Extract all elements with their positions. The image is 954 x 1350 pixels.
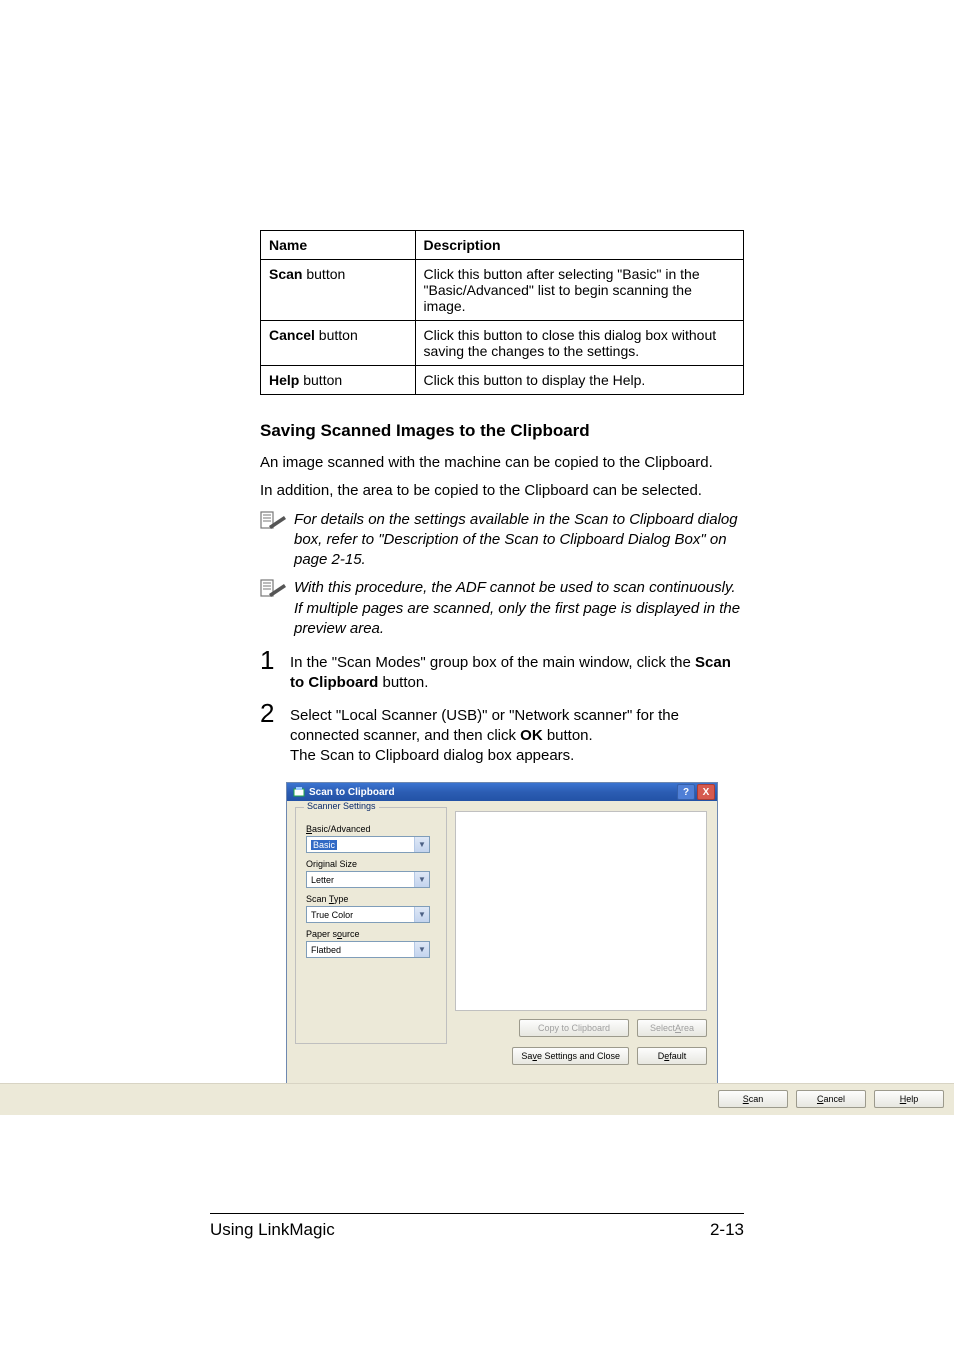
- table-row: Help button Click this button to display…: [261, 366, 744, 395]
- page-number: 2-13: [710, 1220, 744, 1240]
- app-icon: [293, 786, 305, 798]
- original-size-combo[interactable]: Letter ▼: [306, 871, 430, 888]
- scan-button[interactable]: Scan: [718, 1090, 788, 1108]
- step-text: Select "Local Scanner (USB)" or "Network…: [290, 700, 744, 767]
- default-button[interactable]: Default: [637, 1047, 707, 1065]
- paragraph: In addition, the area to be copied to th…: [260, 481, 744, 501]
- paper-source-label: Paper source: [306, 929, 436, 939]
- cancel-button[interactable]: Cancel: [796, 1090, 866, 1108]
- note-text: With this procedure, the ADF cannot be u…: [294, 578, 744, 639]
- titlebar-help-button[interactable]: ?: [677, 784, 695, 800]
- titlebar-close-button[interactable]: X: [697, 784, 715, 800]
- basic-advanced-combo[interactable]: Basic ▼: [306, 836, 430, 853]
- paper-source-combo[interactable]: Flatbed ▼: [306, 941, 430, 958]
- dialog-titlebar[interactable]: Scan to Clipboard ? X: [287, 783, 717, 801]
- dialog-title: Scan to Clipboard: [309, 787, 395, 798]
- note-text: For details on the settings available in…: [294, 510, 744, 571]
- preview-area: [455, 811, 707, 1011]
- scan-to-clipboard-dialog: Scan to Clipboard ? X Scanner Settings B…: [286, 782, 718, 1084]
- note-icon: [260, 578, 288, 605]
- chevron-down-icon[interactable]: ▼: [414, 942, 429, 957]
- help-button[interactable]: Help: [874, 1090, 944, 1108]
- step-text: In the "Scan Modes" group box of the mai…: [290, 647, 744, 694]
- step-number: 1: [260, 647, 286, 673]
- chevron-down-icon[interactable]: ▼: [414, 872, 429, 887]
- select-area-button[interactable]: Select Area: [637, 1019, 707, 1037]
- section-heading: Saving Scanned Images to the Clipboard: [260, 421, 744, 441]
- basic-advanced-label: Basic/Advanced: [306, 824, 436, 834]
- note-icon: [260, 510, 288, 537]
- table-row: Cancel button Click this button to close…: [261, 321, 744, 366]
- scan-type-label: Scan Type: [306, 894, 436, 904]
- footer-title: Using LinkMagic: [210, 1220, 335, 1240]
- chevron-down-icon[interactable]: ▼: [414, 907, 429, 922]
- original-size-label: Original Size: [306, 859, 436, 869]
- table-header-name: Name: [261, 231, 416, 260]
- chevron-down-icon[interactable]: ▼: [414, 837, 429, 852]
- paragraph: An image scanned with the machine can be…: [260, 453, 744, 473]
- copy-to-clipboard-button[interactable]: Copy to Clipboard: [519, 1019, 629, 1037]
- group-legend: Scanner Settings: [304, 801, 379, 811]
- save-settings-close-button[interactable]: Save Settings and Close: [512, 1047, 629, 1065]
- step-number: 2: [260, 700, 286, 726]
- scan-type-combo[interactable]: True Color ▼: [306, 906, 430, 923]
- table-header-desc: Description: [415, 231, 743, 260]
- settings-table: Name Description Scan button Click this …: [260, 230, 744, 395]
- scanner-settings-group: Scanner Settings Basic/Advanced Basic ▼ …: [295, 807, 447, 1044]
- table-row: Scan button Click this button after sele…: [261, 260, 744, 321]
